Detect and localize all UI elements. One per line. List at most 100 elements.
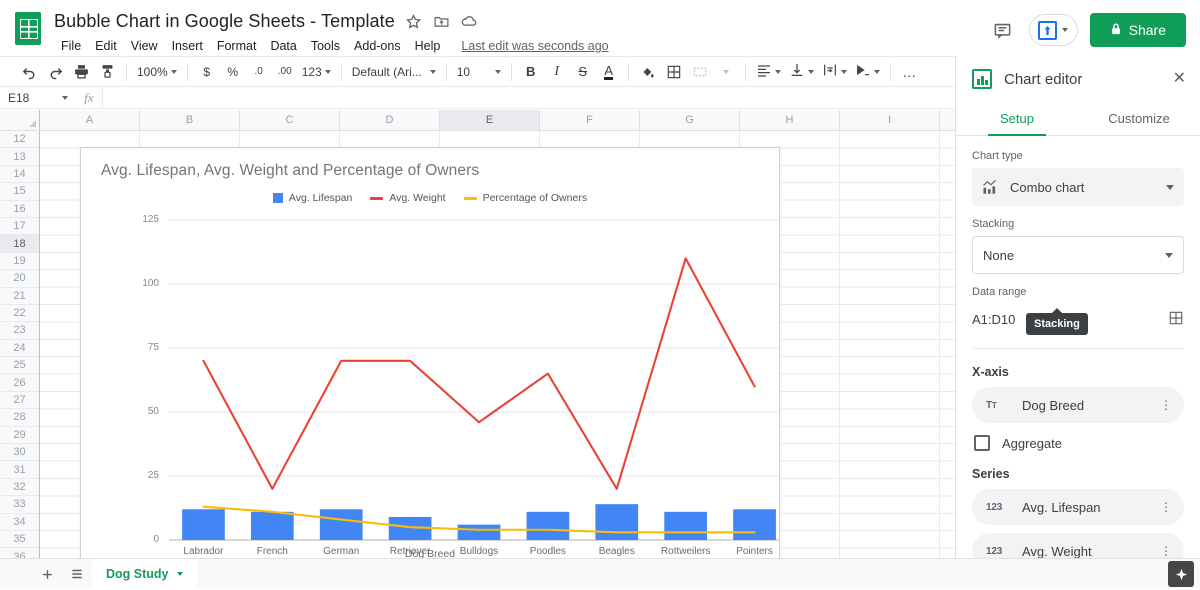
row-header-19[interactable]: 19 bbox=[0, 252, 39, 271]
row-header-28[interactable]: 28 bbox=[0, 409, 39, 427]
column-header-e[interactable]: E bbox=[440, 110, 540, 130]
row-header-21[interactable]: 21 bbox=[0, 287, 39, 305]
menu-view[interactable]: View bbox=[124, 37, 165, 55]
sheet-tab-dog-study[interactable]: Dog Study bbox=[92, 558, 197, 590]
column-header-b[interactable]: B bbox=[140, 110, 240, 130]
row-header-14[interactable]: 14 bbox=[0, 165, 39, 184]
row-header-18[interactable]: 18 bbox=[0, 235, 39, 253]
present-button[interactable] bbox=[1028, 14, 1078, 46]
row-header-26[interactable]: 26 bbox=[0, 374, 39, 392]
bold-button[interactable]: B bbox=[518, 60, 544, 84]
fill-color-icon[interactable] bbox=[635, 60, 661, 84]
row-header-17[interactable]: 17 bbox=[0, 217, 39, 236]
name-box[interactable]: E18 bbox=[0, 87, 76, 108]
menu-addons[interactable]: Add-ons bbox=[347, 37, 408, 55]
chart-bar[interactable] bbox=[182, 509, 225, 540]
paint-format-icon[interactable] bbox=[94, 60, 120, 84]
move-to-folder-icon[interactable] bbox=[432, 12, 451, 31]
menu-insert[interactable]: Insert bbox=[165, 37, 210, 55]
merge-cells-icon[interactable] bbox=[687, 60, 713, 84]
number-format-selector[interactable]: 123 bbox=[298, 60, 335, 84]
last-edit-status[interactable]: Last edit was seconds ago bbox=[461, 39, 608, 53]
row-header-27[interactable]: 27 bbox=[0, 391, 39, 410]
row-header-23[interactable]: 23 bbox=[0, 322, 39, 340]
row-header-34[interactable]: 34 bbox=[0, 513, 39, 531]
chart-bar[interactable] bbox=[526, 511, 570, 540]
add-sheet-icon[interactable] bbox=[32, 559, 62, 589]
chevron-down-icon[interactable] bbox=[713, 60, 739, 84]
comment-icon[interactable] bbox=[989, 16, 1017, 44]
column-header-a[interactable]: A bbox=[40, 110, 140, 130]
more-options-icon[interactable]: ⋮ bbox=[1160, 545, 1172, 557]
font-selector[interactable]: Default (Ari... bbox=[348, 60, 440, 84]
row-header-25[interactable]: 25 bbox=[0, 357, 39, 375]
redo-icon[interactable] bbox=[42, 60, 68, 84]
all-sheets-icon[interactable] bbox=[62, 559, 92, 589]
undo-icon[interactable] bbox=[16, 60, 42, 84]
chart-bar[interactable] bbox=[250, 511, 294, 540]
menu-format[interactable]: Format bbox=[210, 37, 264, 55]
row-header-33[interactable]: 33 bbox=[0, 496, 39, 514]
row-header-22[interactable]: 22 bbox=[0, 304, 39, 323]
borders-icon[interactable] bbox=[661, 60, 687, 84]
more-options-icon[interactable]: ⋮ bbox=[1160, 399, 1172, 411]
row-header-16[interactable]: 16 bbox=[0, 200, 39, 218]
chart-bar[interactable] bbox=[319, 509, 363, 540]
row-header-15[interactable]: 15 bbox=[0, 183, 39, 201]
explore-icon[interactable] bbox=[1168, 561, 1194, 587]
chart-bar[interactable] bbox=[664, 511, 708, 540]
column-header-f[interactable]: F bbox=[540, 110, 640, 130]
row-header-35[interactable]: 35 bbox=[0, 530, 39, 549]
menu-help[interactable]: Help bbox=[408, 37, 448, 55]
close-icon[interactable]: ✕ bbox=[1173, 71, 1186, 87]
row-header-31[interactable]: 31 bbox=[0, 461, 39, 479]
row-header-36[interactable]: 36 bbox=[0, 548, 39, 558]
column-header-i[interactable]: I bbox=[840, 110, 940, 130]
select-all-corner[interactable] bbox=[0, 110, 40, 130]
chart-type-dropdown[interactable]: Combo chart bbox=[972, 168, 1184, 206]
strikethrough-button[interactable]: S bbox=[570, 60, 596, 84]
chart-bar[interactable] bbox=[733, 509, 776, 540]
zoom-selector[interactable]: 100% bbox=[133, 60, 181, 84]
decrease-decimal-button[interactable]: .0 bbox=[246, 60, 272, 84]
text-color-button[interactable]: A bbox=[596, 60, 622, 84]
currency-format-button[interactable]: $ bbox=[194, 60, 220, 84]
text-rotation-button[interactable] bbox=[851, 60, 884, 84]
chevron-down-icon[interactable] bbox=[1061, 28, 1068, 32]
row-header-13[interactable]: 13 bbox=[0, 148, 39, 166]
row-header-29[interactable]: 29 bbox=[0, 426, 39, 445]
series-item-weight[interactable]: 123 Avg. Weight ⋮ bbox=[972, 533, 1184, 558]
percent-format-button[interactable]: % bbox=[220, 60, 246, 84]
chevron-down-icon[interactable] bbox=[62, 95, 68, 100]
column-header-d[interactable]: D bbox=[340, 110, 440, 130]
chart-line[interactable] bbox=[202, 257, 756, 490]
tab-customize[interactable]: Customize bbox=[1078, 102, 1200, 135]
chevron-down-icon[interactable] bbox=[176, 572, 183, 576]
chart-bar[interactable] bbox=[457, 524, 501, 540]
more-options-icon[interactable]: … bbox=[897, 60, 923, 84]
column-header-h[interactable]: H bbox=[740, 110, 840, 130]
more-options-icon[interactable]: ⋮ bbox=[1160, 501, 1172, 513]
row-header-30[interactable]: 30 bbox=[0, 444, 39, 462]
aggregate-checkbox-row[interactable]: Aggregate bbox=[974, 435, 1184, 451]
row-header-24[interactable]: 24 bbox=[0, 339, 39, 358]
text-wrap-button[interactable] bbox=[818, 60, 851, 84]
document-title[interactable]: Bubble Chart in Google Sheets - Template bbox=[54, 11, 395, 32]
share-button[interactable]: Share bbox=[1089, 13, 1186, 47]
menu-edit[interactable]: Edit bbox=[88, 37, 124, 55]
row-header-20[interactable]: 20 bbox=[0, 270, 39, 288]
menu-tools[interactable]: Tools bbox=[304, 37, 347, 55]
increase-decimal-button[interactable]: .00 bbox=[272, 60, 298, 84]
column-header-c[interactable]: C bbox=[240, 110, 340, 130]
italic-button[interactable]: I bbox=[544, 60, 570, 84]
print-icon[interactable] bbox=[68, 60, 94, 84]
vertical-align-button[interactable] bbox=[785, 60, 818, 84]
series-item-lifespan[interactable]: 123 Avg. Lifespan ⋮ bbox=[972, 489, 1184, 525]
sheets-logo-icon[interactable] bbox=[12, 8, 44, 48]
column-header-g[interactable]: G bbox=[640, 110, 740, 130]
font-size-selector[interactable]: 10 bbox=[453, 60, 505, 84]
chart-object[interactable]: Avg. Lifespan, Avg. Weight and Percentag… bbox=[80, 147, 780, 558]
menu-file[interactable]: File bbox=[54, 37, 88, 55]
select-range-icon[interactable] bbox=[1168, 310, 1184, 329]
chart-bar[interactable] bbox=[595, 504, 639, 540]
